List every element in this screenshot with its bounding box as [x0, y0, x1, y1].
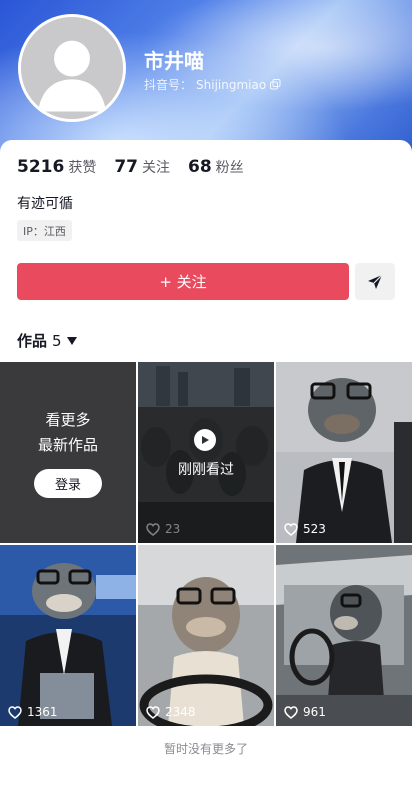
tab-works-count: 5 — [52, 331, 62, 350]
like-count-value: 961 — [303, 705, 326, 719]
share-button[interactable] — [355, 263, 395, 300]
stat-label: 获赞 — [68, 160, 97, 176]
default-avatar-icon — [21, 17, 123, 119]
recently-watched-label: 刚刚看过 — [178, 462, 234, 478]
ip-tag: IP：江西 — [17, 220, 72, 241]
video-thumbnail[interactable]: 刚刚看过 23 — [138, 362, 274, 543]
cta-line1: 看更多 — [45, 411, 91, 429]
stat-followers[interactable]: 68 粉丝 — [188, 157, 244, 177]
thumbnail-image — [276, 362, 412, 543]
tab-works-label: 作品 — [17, 332, 48, 350]
thumbnail-image — [138, 545, 274, 726]
stat-following[interactable]: 77 关注 — [114, 157, 170, 177]
tab-works[interactable]: 作品 5 — [17, 330, 77, 351]
no-more-content: 暂时没有更多了 — [163, 742, 248, 756]
like-count: 961 — [284, 705, 326, 719]
cta-line2: 最新作品 — [37, 436, 98, 454]
login-button[interactable]: 登录 — [34, 469, 102, 498]
stat-label: 关注 — [142, 160, 170, 176]
more-works-prompt: 看更多 最新作品 登录 — [0, 362, 136, 543]
video-thumbnail[interactable]: 1361 — [0, 545, 136, 726]
stat-value: 68 — [188, 157, 212, 177]
play-icon — [194, 429, 216, 451]
thumbnail-image — [276, 545, 412, 726]
like-count-value: 523 — [303, 522, 326, 536]
like-count: 2348 — [146, 705, 196, 719]
thumbnail-image — [0, 545, 136, 726]
follow-button[interactable]: + 关注 — [17, 263, 349, 300]
watched-overlay — [138, 362, 274, 543]
copy-icon[interactable] — [270, 79, 281, 90]
bio: 有迹可循 — [17, 196, 73, 212]
like-count: 523 — [284, 522, 326, 536]
like-count-value: 23 — [165, 522, 181, 536]
nickname: 市井喵 — [144, 49, 204, 73]
like-count-value: 2348 — [165, 705, 196, 719]
stat-label: 粉丝 — [215, 160, 244, 176]
stat-likes[interactable]: 5216 获赞 — [17, 157, 96, 177]
video-thumbnail[interactable]: 961 — [276, 545, 412, 726]
avatar[interactable] — [18, 14, 126, 122]
like-count: 23 — [146, 522, 180, 536]
account-id-row[interactable]: 抖音号： Shijingmiao — [144, 76, 281, 93]
heart-icon — [284, 522, 298, 536]
heart-icon — [284, 705, 298, 719]
stats-row: 5216 获赞 77 关注 68 粉丝 — [17, 157, 244, 177]
heart-icon — [146, 705, 160, 719]
like-count: 1361 — [8, 705, 58, 719]
stat-value: 77 — [114, 157, 138, 177]
like-count-value: 1361 — [27, 705, 58, 719]
caret-down-icon — [66, 336, 77, 345]
heart-icon — [8, 705, 22, 719]
account-id-label: 抖音号： — [144, 78, 193, 92]
heart-icon — [146, 522, 160, 536]
video-thumbnail[interactable]: 2348 — [138, 545, 274, 726]
stat-value: 5216 — [17, 157, 65, 177]
video-thumbnail[interactable]: 523 — [276, 362, 412, 543]
send-icon — [368, 274, 383, 289]
account-id: Shijingmiao — [196, 77, 267, 92]
